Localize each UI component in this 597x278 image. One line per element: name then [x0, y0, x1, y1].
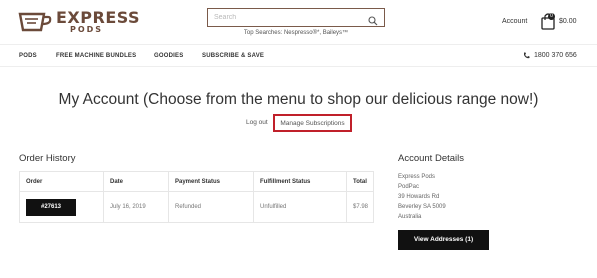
cart-total[interactable]: $0.00: [559, 18, 577, 25]
total-cell: $7.98: [346, 191, 374, 223]
logo-line2: PODS: [70, 25, 104, 34]
manage-subscriptions-link[interactable]: Manage Subscriptions: [273, 114, 352, 132]
page-title: My Account (Choose from the menu to shop…: [58, 91, 539, 108]
phone-number: 1800 370 656: [534, 52, 577, 59]
site-header: EXPRESS PODS Top Searches: Nespresso®*, …: [0, 0, 597, 44]
top-searches[interactable]: Top Searches: Nespresso®*, Baileys™: [207, 30, 385, 36]
order-number-button[interactable]: #27613: [26, 198, 76, 216]
manage-subscriptions-label: Manage Subscriptions: [280, 119, 345, 127]
address-line: Express Pods: [398, 174, 436, 180]
express-pods-logo[interactable]: EXPRESS PODS: [18, 8, 140, 36]
account-links: Log out Manage Subscriptions: [0, 114, 597, 132]
search-icon[interactable]: [368, 13, 378, 25]
phone-contact[interactable]: 1800 370 656: [523, 52, 577, 59]
logo-wordmark: EXPRESS PODS: [56, 10, 140, 34]
nav-item-goodies[interactable]: GOODIES: [154, 53, 183, 59]
view-addresses-button[interactable]: View Addresses (1): [398, 230, 489, 250]
payment-status-cell: Refunded: [168, 191, 254, 223]
fulfillment-status-cell: Unfulfilled: [253, 191, 347, 223]
address-line: 39 Howards Rd: [398, 194, 440, 200]
address-line: Australia: [398, 214, 422, 220]
search-input[interactable]: [214, 14, 368, 21]
cart-count-badge: 0: [548, 13, 555, 20]
order-cell: #27613: [19, 191, 104, 223]
address-line: Beverley SA 5009: [398, 204, 446, 210]
column-header-date: Date: [103, 171, 169, 192]
nav-item-pods[interactable]: PODS: [19, 53, 37, 59]
table-header-row: Order Date Payment Status Fulfillment St…: [19, 171, 374, 192]
account-details-title: Account Details: [398, 153, 465, 164]
nav-item-free-machine-bundles[interactable]: FREE MACHINE BUNDLES: [56, 53, 136, 59]
table-row: #27613 July 16, 2019 Refunded Unfulfille…: [19, 191, 374, 223]
main-nav: PODS FREE MACHINE BUNDLES GOODIES SUBSCR…: [0, 44, 597, 67]
column-header-order: Order: [19, 171, 104, 192]
logo-line1: EXPRESS: [56, 8, 141, 27]
phone-icon: [523, 52, 530, 59]
coffee-cup-icon: [18, 10, 52, 34]
order-history-table: Order Date Payment Status Fulfillment St…: [19, 171, 374, 223]
logout-link[interactable]: Log out: [246, 119, 268, 126]
column-header-payment-status: Payment Status: [168, 171, 254, 192]
account-link[interactable]: Account: [502, 18, 527, 25]
order-history-title: Order History: [19, 153, 76, 164]
nav-item-subscribe-save[interactable]: SUBSCRIBE & SAVE: [202, 53, 264, 59]
account-address: Express Pods PodPac 39 Howards Rd Beverl…: [398, 172, 446, 222]
search-box: [207, 8, 385, 27]
date-cell: July 16, 2019: [103, 191, 169, 223]
address-line: PodPac: [398, 184, 420, 190]
column-header-total: Total: [346, 171, 374, 192]
column-header-fulfillment-status: Fulfillment Status: [253, 171, 347, 192]
